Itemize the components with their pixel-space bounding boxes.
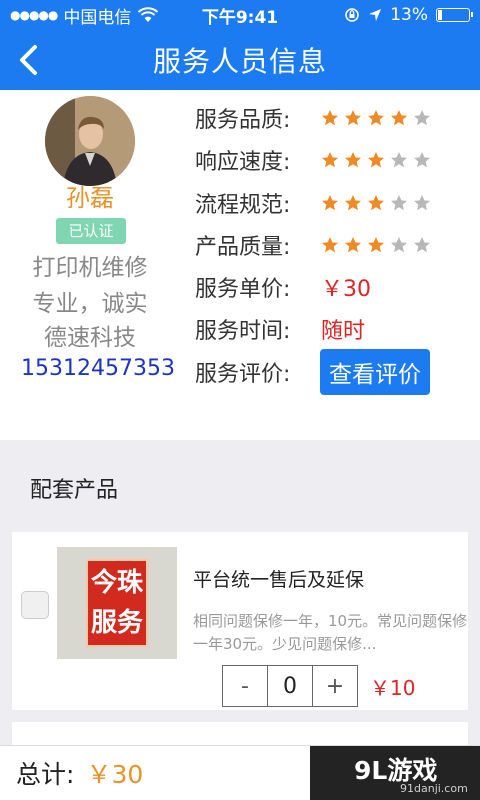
nav-bar: 服务人员信息 <box>0 30 480 90</box>
quantity-value[interactable]: 0 <box>267 666 313 706</box>
product-image-text: 今珠 <box>90 568 143 598</box>
profile-panel: 孙磊 已认证 打印机维修 专业，诚实 德速科技 15312457353 服务品质… <box>0 90 480 440</box>
location-arrow-icon <box>369 9 382 21</box>
quantity-stepper: - 0 + <box>222 665 358 707</box>
worker-name: 孙磊 <box>66 184 114 212</box>
product-image-sign: 今珠 服务 <box>86 559 148 647</box>
orientation-lock-icon <box>345 8 360 22</box>
star-filled-icon <box>345 237 361 253</box>
star-filled-icon <box>368 152 384 168</box>
description-line: 专业，诚实 <box>32 291 148 317</box>
star-filled-icon <box>345 110 361 126</box>
review-row: 服务评价: 查看评价 <box>195 349 475 395</box>
star-filled-icon <box>368 195 384 211</box>
star-empty-icon <box>414 195 430 211</box>
rating-label: 产品质量: <box>195 235 291 260</box>
product-image-text: 服务 <box>90 608 143 638</box>
review-label: 服务评价: <box>195 362 291 387</box>
rating-row-service-quality: 服务品质: <box>195 98 475 138</box>
product-card: 今珠 服务 平台统一售后及延保 相同问题保修一年，10元。常见问题保修一年30元… <box>12 532 468 710</box>
service-time-row: 服务时间: 随时 <box>195 309 475 349</box>
star-empty-icon <box>414 110 430 126</box>
star-filled-icon <box>345 195 361 211</box>
star-empty-icon <box>414 152 430 168</box>
star-rating <box>321 194 431 212</box>
unit-price-value: ￥30 <box>321 277 371 302</box>
status-bar: ●●●●● 中国电信 下午9:41 13% <box>0 0 480 30</box>
product-price: ￥10 <box>370 676 416 700</box>
star-rating <box>321 109 431 127</box>
back-button[interactable] <box>10 42 46 78</box>
total-bar: 总计: ￥30 9L游戏 91danji.com <box>0 745 480 800</box>
rating-label: 响应速度: <box>195 150 291 175</box>
increase-button[interactable]: + <box>313 666 357 706</box>
star-filled-icon <box>322 237 338 253</box>
battery-icon <box>436 8 473 22</box>
product-checkbox[interactable] <box>21 591 49 619</box>
description-line: 打印机维修 <box>32 255 148 281</box>
section-title: 配套产品 <box>30 478 119 503</box>
star-filled-icon <box>322 152 338 168</box>
star-filled-icon <box>322 195 338 211</box>
rating-label: 服务品质: <box>195 108 291 133</box>
product-description: 相同问题保修一年，10元。常见问题保修一年30元。少见问题保修... <box>193 612 468 653</box>
star-filled-icon <box>368 237 384 253</box>
wifi-icon <box>138 7 159 22</box>
star-empty-icon <box>391 152 407 168</box>
star-rating <box>321 151 431 169</box>
product-name: 平台统一售后及延保 <box>193 569 365 591</box>
service-time-value: 随时 <box>321 319 366 344</box>
star-filled-icon <box>345 152 361 168</box>
star-filled-icon <box>368 110 384 126</box>
watermark-logo: 9L游戏 91danji.com <box>310 746 480 800</box>
star-empty-icon <box>391 195 407 211</box>
verified-badge: 已认证 <box>56 218 126 244</box>
total-value: ￥30 <box>86 760 144 789</box>
person-photo-icon <box>45 96 135 186</box>
watermark-url: 91danji.com <box>400 782 468 795</box>
battery-percent: 13% <box>390 5 428 25</box>
star-filled-icon <box>322 110 338 126</box>
rating-row-product-quality: 产品质量: <box>195 225 475 265</box>
chevron-left-icon <box>20 45 37 75</box>
carrier-name: 中国电信 <box>63 7 132 28</box>
view-reviews-button[interactable]: 查看评价 <box>320 349 430 395</box>
unit-price-label: 服务单价: <box>195 277 291 302</box>
clock: 下午9:41 <box>201 7 279 28</box>
rating-row-process-standard: 流程规范: <box>195 183 475 223</box>
phone-number[interactable]: 15312457353 <box>0 356 196 381</box>
star-empty-icon <box>414 237 430 253</box>
rating-label: 流程规范: <box>195 193 291 218</box>
description-line: 德速科技 <box>44 325 136 351</box>
rating-row-response-speed: 响应速度: <box>195 140 475 180</box>
avatar[interactable] <box>45 96 135 186</box>
service-time-label: 服务时间: <box>195 319 291 344</box>
unit-price-row: 服务单价: ￥30 <box>195 267 475 307</box>
total-label: 总计: <box>16 760 75 789</box>
product-image[interactable]: 今珠 服务 <box>57 547 177 659</box>
signal-dots-icon: ●●●●● <box>10 8 58 22</box>
page-title: 服务人员信息 <box>152 45 327 78</box>
decrease-button[interactable]: - <box>223 666 267 706</box>
star-rating <box>321 236 431 254</box>
star-filled-icon <box>391 110 407 126</box>
star-empty-icon <box>391 237 407 253</box>
